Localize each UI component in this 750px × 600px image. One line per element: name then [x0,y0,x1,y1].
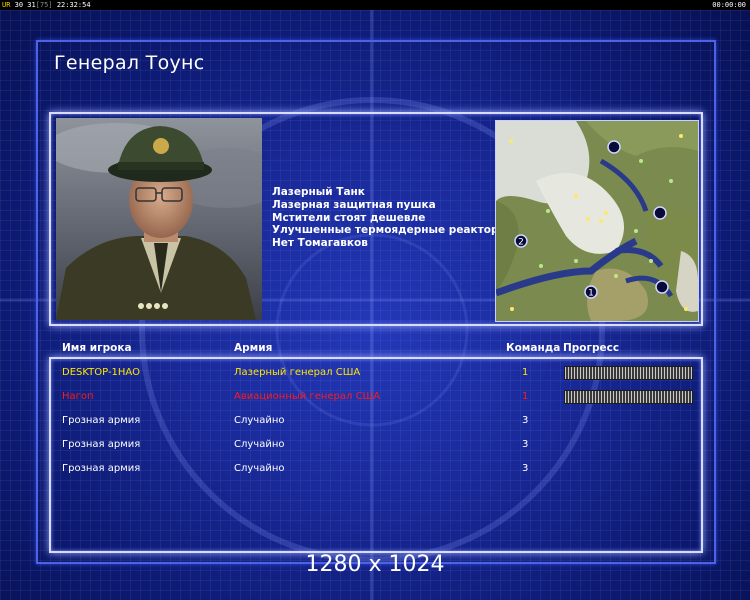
column-header-army: Армия [234,342,273,354]
column-header-progress: Прогресс [563,342,620,354]
army-name: Случайно [234,463,285,474]
status-bracket: [75] [35,1,53,9]
army-name: Случайно [234,415,285,426]
status-left: UR 30 31[75] 22:32:54 [2,0,91,10]
column-header-player: Имя игрока [62,342,132,354]
table-row: Hагоп Авиационный генерал США 1 [0,390,750,411]
feature-item: Лазерный Танк [272,186,365,198]
army-name: Авиационный генерал США [234,391,381,402]
team-number: 3 [522,463,529,474]
status-bar: UR 30 31[75] 22:32:54 00:00:00 [0,0,750,10]
feature-item: Улучшенные термоядерные реакторы [272,224,508,237]
player-name: Грозная армия [62,415,141,426]
start-marker-2: 2 [514,234,528,248]
player-name: Hагоп [62,391,94,402]
army-name: Лазерный генерал США [234,367,361,378]
table-row: DESKTOP-1HAO Лазерный генерал США 1 [0,366,750,387]
start-marker-label: 2 [518,238,524,248]
table-row: Грозная армия Случайно 3 [0,463,750,483]
start-marker-label: 1 [588,289,594,299]
feature-item: Лазерная защитная пушка [272,198,436,211]
player-name: Грозная армия [62,463,141,474]
resolution-label: 1280 x 1024 [305,552,445,577]
team-number: 3 [522,439,529,450]
status-right-time: 00:00:00 [712,1,746,9]
progress-bar [564,390,693,404]
army-name: Случайно [234,439,285,450]
player-name: Грозная армия [62,439,141,450]
general-portrait [56,118,262,320]
status-time: 22:32:54 [56,1,91,9]
table-row: Грозная армия Случайно 3 [0,415,750,435]
page-title: Генерал Тоунс [54,52,205,74]
progress-bar [564,366,693,380]
feature-item: Мстители стоят дешевле [272,211,426,224]
column-header-team: Команда [506,342,561,354]
team-number: 3 [522,415,529,426]
start-marker-1: 1 [584,285,598,299]
minimap: 2 1 [495,120,699,322]
feature-item: Нет Томагавков [272,237,368,250]
status-prefix: UR [2,1,11,9]
team-number: 1 [522,391,529,402]
player-name: DESKTOP-1HAO [62,367,140,378]
general-features-list: Лазерный Танк Лазерная защитная пушка Мс… [272,186,508,250]
team-number: 1 [522,367,529,378]
table-row: Грозная армия Случайно 3 [0,439,750,459]
status-values: 30 31 [14,1,36,9]
